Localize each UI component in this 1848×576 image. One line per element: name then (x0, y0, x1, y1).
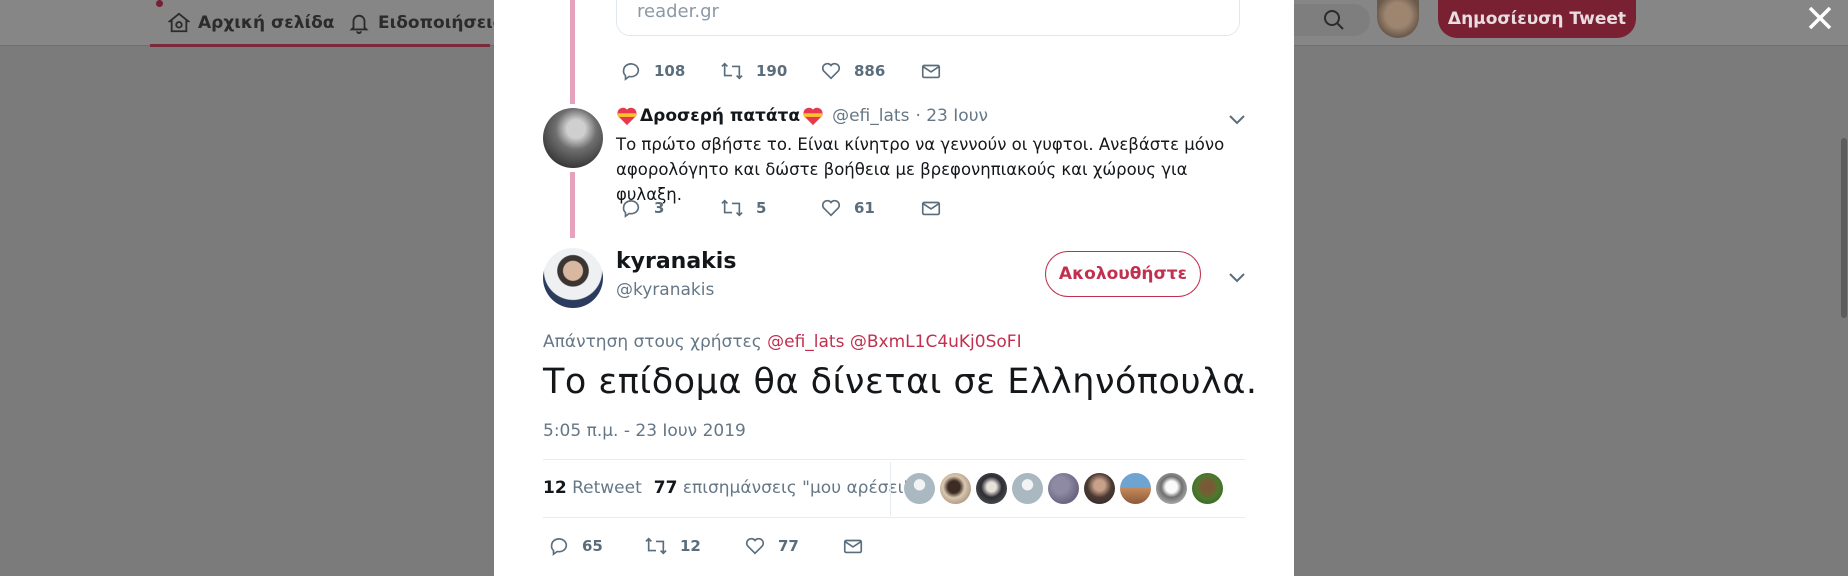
tweet-timestamp[interactable]: 5:05 π.μ. - 23 Ιουν 2019 (543, 421, 746, 441)
replying-prefix: Απάντηση στους χρήστες (543, 332, 762, 352)
mention-link[interactable]: @efi_lats (767, 332, 844, 352)
thread-line-mid (570, 172, 575, 238)
retweet-count: 5 (756, 199, 767, 217)
link-domain: reader.gr (637, 1, 719, 22)
message-action[interactable] (920, 60, 942, 82)
liker-avatar[interactable] (976, 473, 1007, 504)
reply-count: 3 (654, 199, 665, 217)
reply-actions: 3 5 61 (620, 197, 942, 219)
heart-icon (745, 537, 765, 555)
envelope-icon (921, 64, 941, 79)
main-tweet-actions: 65 12 77 (548, 535, 864, 557)
reply-action[interactable]: 65 (548, 535, 644, 557)
retweet-action[interactable]: 12 (644, 535, 744, 557)
nav-notifications-label: Ειδοποιήσεις (378, 13, 503, 33)
liker-avatar[interactable] (1048, 473, 1079, 504)
search-icon[interactable] (1322, 8, 1346, 32)
reply-action[interactable]: 3 (620, 197, 720, 219)
home-icon (168, 12, 190, 33)
tweet-modal: reader.gr 108 190 886 Δροσερή πατάτα @ef… (494, 0, 1294, 576)
reply-author-avatar[interactable] (543, 108, 603, 168)
liker-avatar[interactable] (1156, 473, 1187, 504)
heart-emoji-icon (617, 107, 637, 126)
main-author-avatar[interactable] (543, 248, 603, 308)
envelope-icon (921, 201, 941, 216)
retweet-icon (645, 537, 667, 555)
reply-header: Δροσερή πατάτα @efi_lats · 23 Ιουν (616, 106, 988, 126)
tweet-stats: 12 Retweet 77 επισημάνσεις "μου αρέσει" (543, 478, 911, 498)
mention-link[interactable]: @BxmL1C4uKj0SoFI (850, 332, 1022, 352)
reply-icon (550, 538, 568, 556)
retweet-stat-label: Retweet (572, 478, 642, 498)
retweet-stat[interactable]: 12 Retweet (543, 478, 642, 498)
like-count: 77 (778, 537, 799, 555)
main-author-name[interactable]: kyranakis (616, 249, 736, 274)
message-action[interactable] (920, 197, 942, 219)
notification-dot (156, 0, 163, 7)
liker-avatar[interactable] (1012, 473, 1043, 504)
liker-avatars (904, 473, 1223, 504)
nav-home-label: Αρχική σελίδα (198, 13, 335, 33)
reply-action[interactable]: 108 (620, 60, 720, 82)
reply-text: Το πρώτο σβήστε το. Είναι κίνητρο να γεν… (616, 135, 1225, 204)
chevron-down-icon[interactable] (1227, 112, 1247, 128)
reply-count: 65 (582, 537, 603, 555)
heart-emoji-icon (803, 107, 823, 126)
retweet-count: 12 (680, 537, 701, 555)
like-stat[interactable]: 77 επισημάνσεις "μου αρέσει" (654, 478, 911, 498)
liker-avatar[interactable] (940, 473, 971, 504)
retweet-icon (721, 62, 743, 80)
stats-separator (890, 462, 891, 516)
scrollbar[interactable] (1841, 138, 1847, 318)
main-tweet-text: Το επίδομα θα δίνεται σε Ελληνόπουλα. (543, 362, 1258, 402)
like-stat-label: επισημάνσεις "μου αρέσει" (682, 478, 912, 498)
reply-icon (622, 63, 640, 81)
like-stat-count: 77 (653, 478, 678, 498)
reply-author-name[interactable]: Δροσερή πατάτα (640, 106, 800, 126)
retweet-icon (721, 199, 743, 217)
like-action[interactable]: 77 (744, 535, 842, 557)
reply-count: 108 (654, 62, 686, 80)
thread-line-top (570, 0, 575, 104)
nav-home[interactable]: Αρχική σελίδα (168, 8, 334, 38)
heart-icon (821, 62, 841, 80)
prev-tweet-actions: 108 190 886 (620, 60, 942, 82)
retweet-action[interactable]: 5 (720, 197, 820, 219)
link-preview-card[interactable]: reader.gr (616, 0, 1240, 36)
nav-notifications[interactable]: Ειδοποιήσεις (348, 8, 503, 38)
reply-date[interactable]: · 23 Ιουν (915, 106, 988, 126)
liker-avatar[interactable] (904, 473, 935, 504)
reply-author-handle[interactable]: @efi_lats (832, 106, 909, 126)
divider (543, 459, 1245, 460)
retweet-stat-count: 12 (543, 478, 567, 498)
message-action[interactable] (842, 535, 864, 557)
chevron-down-icon[interactable] (1227, 270, 1247, 286)
divider (543, 517, 1245, 518)
liker-avatar[interactable] (1120, 473, 1151, 504)
nav-active-underline (150, 44, 490, 47)
close-icon[interactable] (1806, 4, 1834, 32)
like-count: 886 (854, 62, 886, 80)
liker-avatar[interactable] (1192, 473, 1223, 504)
retweet-count: 190 (756, 62, 788, 80)
publish-tweet-button[interactable]: Δημοσίευση Tweet (1438, 0, 1636, 38)
main-author-handle[interactable]: @kyranakis (616, 280, 714, 300)
heart-icon (821, 199, 841, 217)
user-avatar[interactable] (1377, 0, 1419, 38)
envelope-icon (843, 539, 863, 554)
liker-avatar[interactable] (1084, 473, 1115, 504)
like-count: 61 (854, 199, 875, 217)
reply-icon (622, 200, 640, 218)
retweet-action[interactable]: 190 (720, 60, 820, 82)
like-action[interactable]: 886 (820, 60, 920, 82)
replying-to: Απάντηση στους χρήστες @efi_lats @BxmL1C… (543, 332, 1022, 352)
follow-button[interactable]: Ακολουθήστε (1045, 251, 1201, 297)
bell-icon (349, 14, 369, 34)
like-action[interactable]: 61 (820, 197, 920, 219)
